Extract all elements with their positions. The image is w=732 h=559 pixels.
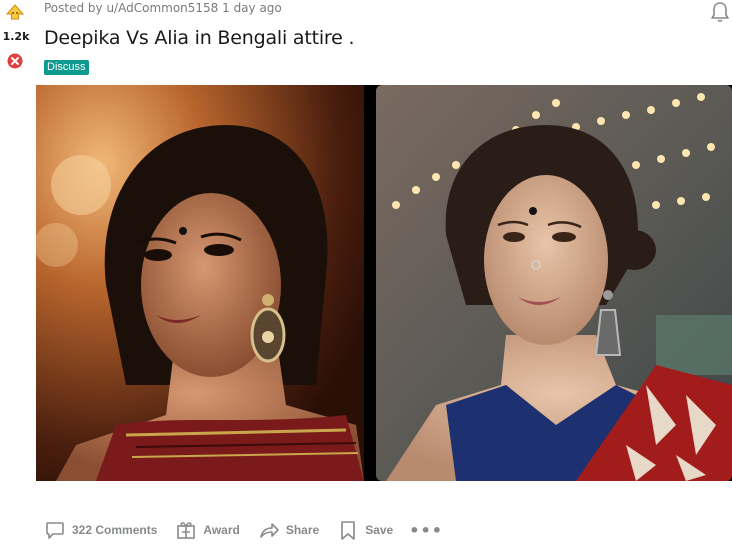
comments-label: 322 Comments [72,523,158,537]
bell-icon[interactable] [710,1,730,23]
save-label: Save [365,523,394,537]
award-icon [177,522,196,539]
post-title[interactable]: Deepika Vs Alia in Bengali attire . [44,27,354,49]
comments-button[interactable]: 322 Comments [44,519,157,541]
save-button[interactable]: Save [337,519,393,541]
award-button[interactable]: Award [175,519,240,541]
share-button[interactable]: Share [258,519,319,541]
post-meta: Posted by u/AdCommon5158 1 day ago [44,1,282,15]
right-photo [376,85,732,481]
award-label: Award [203,523,240,537]
vote-score: 1.2k [2,30,30,43]
comment-icon [46,522,64,539]
post-flair[interactable]: Discuss [44,60,89,75]
share-label: Share [285,523,320,537]
more-options-icon[interactable]: ••• [409,521,443,540]
bookmark-icon [341,521,356,540]
post-action-bar: 322 Comments Award Share Save ••• [44,515,443,545]
left-photo [36,85,364,481]
post-image[interactable] [36,85,732,481]
downvote-icon[interactable] [7,53,23,69]
share-icon [260,523,279,538]
upvote-icon[interactable] [6,4,24,20]
vote-column: 1.2k [0,0,32,80]
